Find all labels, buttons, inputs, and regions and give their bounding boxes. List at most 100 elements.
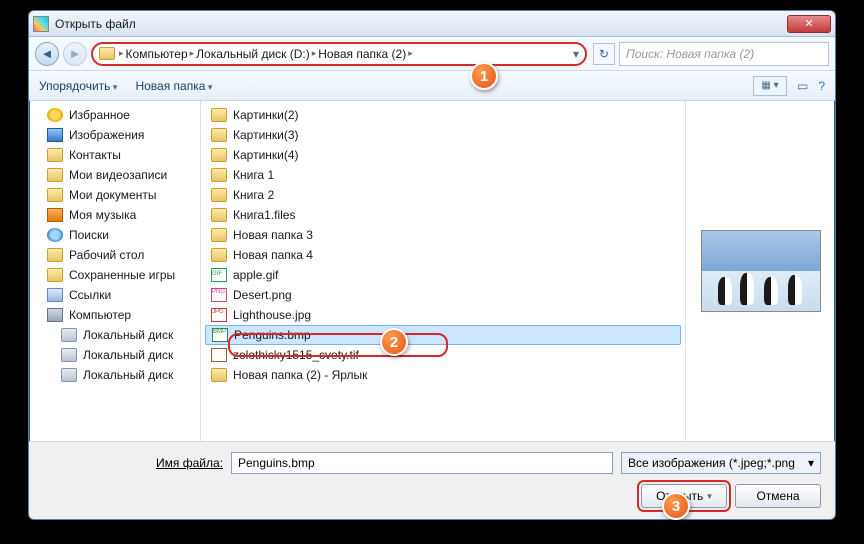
view-mode-button[interactable]: ▦ ▾ (753, 76, 787, 96)
cancel-button[interactable]: Отмена (735, 484, 821, 508)
filename-input[interactable] (231, 452, 613, 474)
file-item[interactable]: Lighthouse.jpg (201, 305, 685, 325)
help-button[interactable]: ? (818, 79, 825, 93)
file-label: Penguins.bmp (234, 328, 311, 342)
sidebar-item[interactable]: Локальный диск (29, 365, 200, 385)
breadcrumb-folder[interactable]: Новая папка (2) (318, 47, 406, 61)
chevron-down-icon: ▾ (808, 456, 814, 470)
preview-thumbnail (701, 230, 821, 312)
breadcrumb-computer[interactable]: Компьютер (126, 47, 188, 61)
file-label: Новая папка 3 (233, 228, 313, 242)
tree-label: Сохраненные игры (69, 268, 175, 282)
tree-label: Локальный диск (83, 328, 173, 342)
file-item[interactable]: Книга 1 (201, 165, 685, 185)
file-icon (211, 288, 227, 302)
tree-label: Ссылки (69, 288, 111, 302)
breadcrumb-disk[interactable]: Локальный диск (D:) (196, 47, 310, 61)
file-label: Новая папка 4 (233, 248, 313, 262)
file-label: Картинки(3) (233, 128, 299, 142)
sidebar-item[interactable]: Локальный диск (29, 325, 200, 345)
sidebar-item[interactable]: Мои документы (29, 185, 200, 205)
open-file-dialog: Открыть файл ✕ ◄ ► ▸ Компьютер ▸ Локальн… (28, 10, 836, 520)
sidebar-item[interactable]: Контакты (29, 145, 200, 165)
preview-pane (685, 101, 835, 441)
file-item[interactable]: Картинки(2) (201, 105, 685, 125)
tree-icon (47, 168, 63, 182)
address-dropdown-icon[interactable]: ▾ (573, 47, 579, 61)
tree-icon (47, 208, 63, 222)
sidebar-item[interactable]: Ссылки (29, 285, 200, 305)
sidebar-item[interactable]: Изображения (29, 125, 200, 145)
file-item[interactable]: Новая папка (2) - Ярлык (201, 365, 685, 385)
file-item[interactable]: Картинки(3) (201, 125, 685, 145)
folder-icon (99, 47, 115, 60)
tree-label: Контакты (69, 148, 121, 162)
tree-label: Изображения (69, 128, 144, 142)
tree-label: Локальный диск (83, 368, 173, 382)
file-item[interactable]: zolothicky1515_cvety.tif (201, 345, 685, 365)
preview-pane-button[interactable]: ▭ (797, 79, 808, 93)
sidebar-item[interactable]: Компьютер (29, 305, 200, 325)
file-label: Книга 2 (233, 188, 274, 202)
titlebar: Открыть файл ✕ (29, 11, 835, 37)
file-label: Картинки(4) (233, 148, 299, 162)
forward-button[interactable]: ► (63, 42, 87, 66)
tree-icon (47, 148, 63, 162)
sidebar-item[interactable]: Избранное (29, 105, 200, 125)
tree-icon (61, 328, 77, 342)
file-label: Книга1.files (233, 208, 295, 222)
file-item[interactable]: Книга 2 (201, 185, 685, 205)
organize-menu[interactable]: Упорядочить (39, 79, 117, 93)
tree-icon (47, 128, 63, 142)
file-item[interactable]: Desert.png (201, 285, 685, 305)
navigation-bar: ◄ ► ▸ Компьютер ▸ Локальный диск (D:) ▸ … (29, 37, 835, 71)
file-type-filter[interactable]: Все изображения (*.jpeg;*.png ▾ (621, 452, 821, 474)
sidebar-item[interactable]: Моя музыка (29, 205, 200, 225)
sidebar-item[interactable]: Локальный диск (29, 345, 200, 365)
sidebar-item[interactable]: Сохраненные игры (29, 265, 200, 285)
chevron-right-icon: ▸ (312, 48, 317, 59)
tree-label: Локальный диск (83, 348, 173, 362)
file-item[interactable]: Penguins.bmp (205, 325, 681, 345)
close-button[interactable]: ✕ (787, 15, 831, 33)
file-icon (211, 188, 227, 202)
tree-icon (47, 288, 63, 302)
open-button[interactable]: Открыть ▾ (641, 484, 727, 508)
tree-icon (47, 268, 63, 282)
split-chevron-icon: ▾ (707, 491, 712, 502)
tree-label: Рабочий стол (69, 248, 144, 262)
file-item[interactable]: Книга1.files (201, 205, 685, 225)
file-label: apple.gif (233, 268, 278, 282)
new-folder-button[interactable]: Новая папка (135, 79, 212, 93)
sidebar-item[interactable]: Рабочий стол (29, 245, 200, 265)
search-input[interactable]: Поиск: Новая папка (2) (619, 42, 829, 66)
back-button[interactable]: ◄ (35, 42, 59, 66)
file-icon (211, 228, 227, 242)
file-icon (211, 368, 227, 382)
tree-icon (61, 348, 77, 362)
refresh-button[interactable]: ↻ (593, 43, 615, 65)
tree-label: Моя музыка (69, 208, 136, 222)
file-list[interactable]: Картинки(2) Картинки(3) Картинки(4) Книга 1… (201, 101, 685, 441)
sidebar-item[interactable]: Мои видеозаписи (29, 165, 200, 185)
navigation-tree[interactable]: Избранное Изображения Контакты Мои видеозап… (29, 101, 201, 441)
file-label: Lighthouse.jpg (233, 308, 311, 322)
app-icon (33, 16, 49, 32)
address-bar[interactable]: ▸ Компьютер ▸ Локальный диск (D:) ▸ Нова… (91, 42, 587, 66)
file-item[interactable]: Новая папка 4 (201, 245, 685, 265)
file-item[interactable]: Новая папка 3 (201, 225, 685, 245)
footer: Имя файла: Все изображения (*.jpeg;*.png… (29, 441, 835, 520)
sidebar-item[interactable]: Поиски (29, 225, 200, 245)
file-icon (211, 348, 227, 362)
chevron-right-icon: ▸ (408, 48, 413, 59)
file-item[interactable]: Картинки(4) (201, 145, 685, 165)
file-label: Новая папка (2) - Ярлык (233, 368, 367, 382)
chevron-right-icon: ▸ (119, 48, 124, 59)
file-icon (211, 268, 227, 282)
content-area: Избранное Изображения Контакты Мои видеозап… (29, 101, 835, 441)
file-item[interactable]: apple.gif (201, 265, 685, 285)
file-label: zolothicky1515_cvety.tif (233, 348, 359, 362)
file-icon (211, 208, 227, 222)
tree-icon (61, 368, 77, 382)
file-icon (211, 248, 227, 262)
